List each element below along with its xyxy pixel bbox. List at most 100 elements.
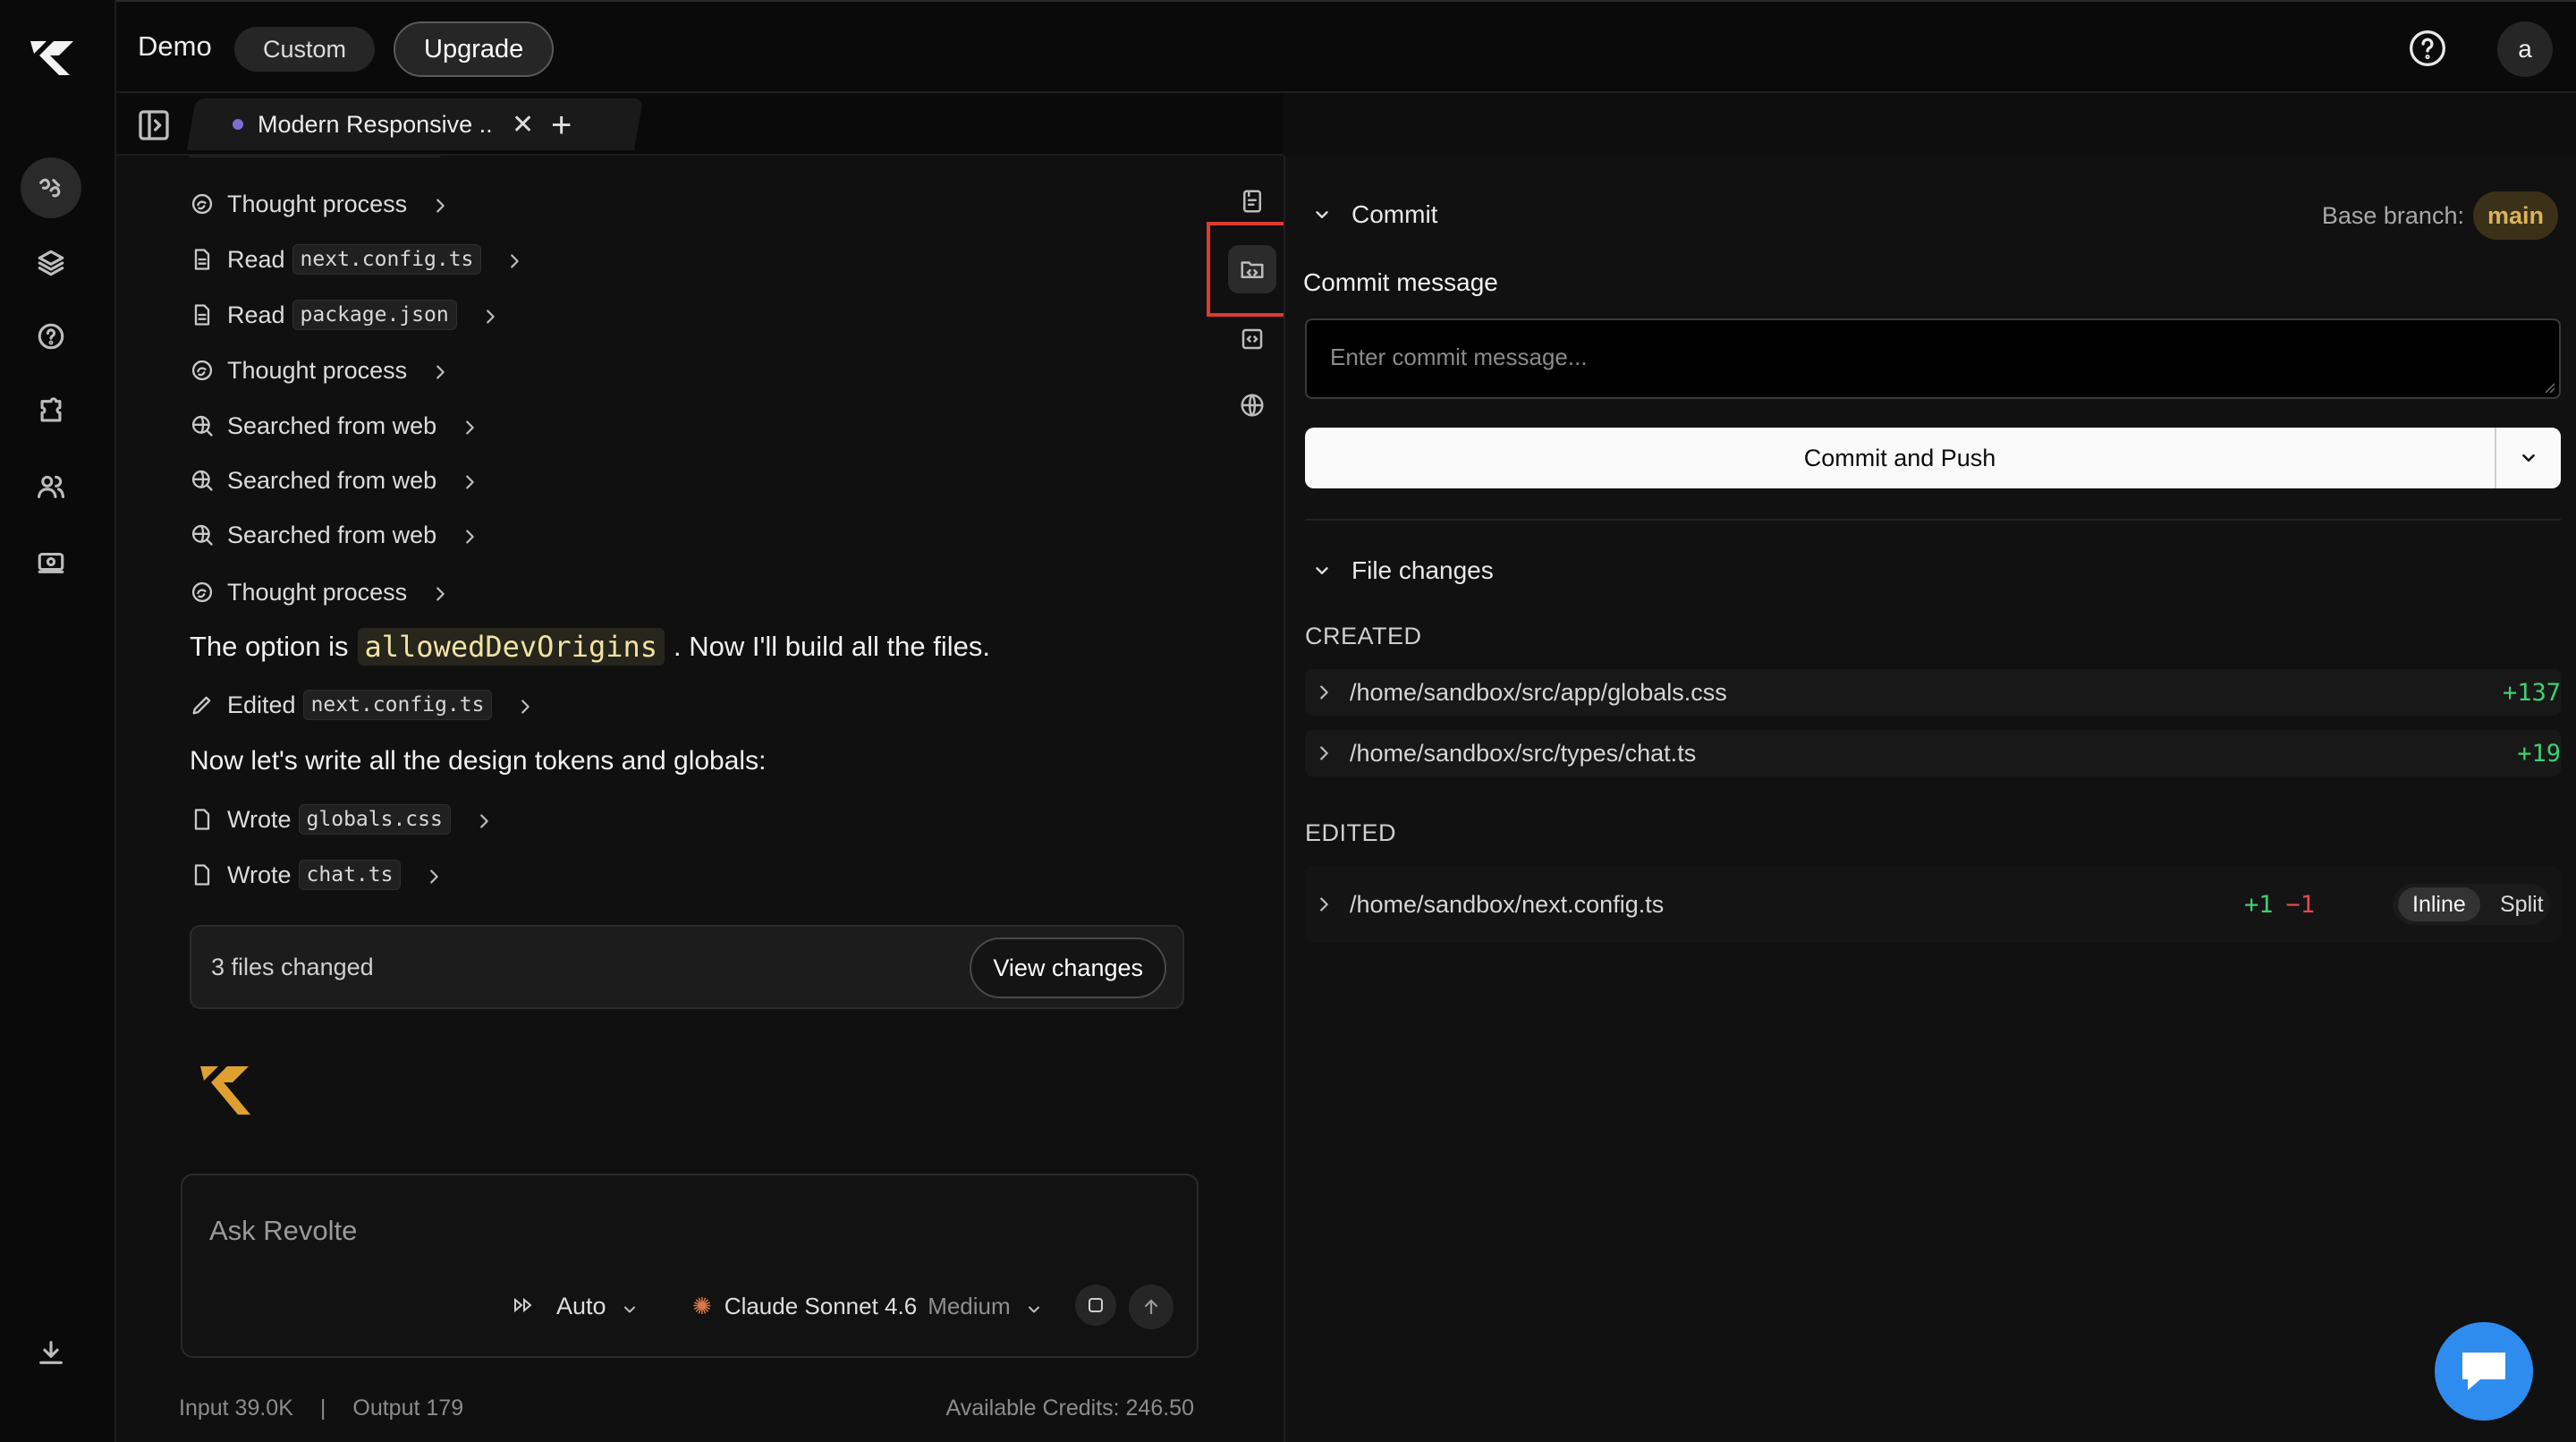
step-web-search[interactable]: Searched from web [190, 517, 479, 553]
chevron-right-icon [430, 194, 450, 214]
step-web-search[interactable]: Searched from web [190, 462, 479, 498]
model-selector[interactable]: ✺ Claude Sonnet 4.6 Medium [692, 1288, 1043, 1324]
file-additions: +1 [2244, 891, 2274, 919]
chevron-right-icon [1314, 743, 1334, 763]
scroll-divider [190, 156, 440, 157]
support-chat-button[interactable] [2435, 1322, 2533, 1421]
file-row[interactable]: /home/sandbox/src/types/chat.ts +19 [1305, 730, 2561, 776]
file-row[interactable]: /home/sandbox/src/app/globals.css +137 [1305, 669, 2561, 716]
tab-strip: Modern Responsive ... ✕ + [116, 93, 1284, 156]
plan-badge[interactable]: Custom [234, 27, 376, 72]
step-label: Thought process [227, 356, 408, 384]
assistant-message: The option is allowedDevOrigins . Now I'… [190, 628, 990, 666]
tab-active[interactable]: Modern Responsive ... ✕ [206, 98, 534, 150]
commit-push-button[interactable]: Commit and Push [1305, 428, 2495, 488]
section-divider [1305, 519, 2561, 521]
file-icon [190, 807, 215, 832]
prompt-input[interactable]: Ask Revolte [209, 1215, 357, 1247]
file-row[interactable]: /home/sandbox/next.config.ts +1 −1 Inline… [1305, 866, 2561, 943]
step-web-search[interactable]: Searched from web [190, 408, 479, 444]
globe-icon[interactable] [1228, 381, 1276, 429]
commit-message-input[interactable]: Enter commit message... [1305, 318, 2561, 399]
chat-icon[interactable] [21, 157, 81, 218]
step-wrote[interactable]: Wrote globals.css [190, 802, 494, 837]
puzzle-icon[interactable] [21, 381, 81, 442]
file-chip: chat.ts [298, 860, 402, 890]
help-circle-icon[interactable] [21, 306, 81, 367]
upgrade-button[interactable]: Upgrade [394, 21, 555, 77]
file-deletions: −1 [2285, 891, 2316, 919]
step-thought[interactable]: Thought process [190, 186, 450, 222]
chevron-right-icon [480, 305, 500, 325]
chat-panel: Thought process Read next.config.ts Read… [116, 156, 1221, 1442]
view-inline-button[interactable]: Inline [2398, 887, 2480, 921]
step-label: Edited [227, 691, 296, 718]
file-path: /home/sandbox/src/types/chat.ts [1350, 740, 1697, 767]
step-label: Thought process [227, 578, 408, 606]
file-diff-stats: +1 −1 [2244, 891, 2315, 919]
step-read[interactable]: Read package.json [190, 297, 500, 333]
step-label: Wrote [227, 861, 292, 888]
help-icon[interactable] [2408, 29, 2447, 68]
sidebar-toggle-icon[interactable] [136, 107, 172, 143]
brand-mark-icon [199, 1065, 270, 1118]
step-thought[interactable]: Thought process [190, 574, 450, 610]
billing-icon[interactable] [21, 531, 81, 592]
commit-message-label: Commit message [1303, 268, 1498, 296]
file-chip: package.json [292, 300, 457, 330]
edited-label: EDITED [1305, 819, 1397, 846]
thought-icon [190, 580, 215, 605]
web-search-icon [190, 413, 215, 438]
file-text-icon[interactable] [1228, 177, 1276, 225]
web-search-icon [190, 468, 215, 493]
prompt-input-box[interactable]: Ask Revolte Auto ✺ Claude Sonnet 4.6 Med… [181, 1174, 1199, 1358]
file-additions: +19 [2517, 740, 2561, 768]
thought-icon [190, 191, 215, 216]
step-edited[interactable]: Edited next.config.ts [190, 687, 535, 723]
avatar[interactable]: a [2497, 21, 2553, 77]
code-icon[interactable] [1228, 315, 1276, 363]
users-icon[interactable] [21, 456, 81, 517]
view-changes-button[interactable]: View changes [970, 937, 1166, 998]
step-wrote[interactable]: Wrote chat.ts [190, 857, 444, 893]
stop-icon [1089, 1298, 1103, 1312]
view-split-button[interactable]: Split [2493, 887, 2551, 921]
layers-icon[interactable] [21, 233, 81, 293]
commit-section-toggle[interactable]: Commit [1312, 200, 1437, 229]
claude-icon: ✺ [692, 1292, 712, 1319]
chevron-right-icon [424, 865, 444, 885]
chevron-down-icon [1316, 567, 1328, 574]
file-changes-title: File changes [1352, 556, 1494, 584]
commit-message-placeholder: Enter commit message... [1330, 344, 1588, 370]
file-chip: next.config.ts [292, 244, 482, 275]
chevron-right-icon [515, 695, 535, 715]
pencil-icon [190, 692, 215, 717]
step-thought[interactable]: Thought process [190, 352, 450, 388]
mode-selector[interactable]: Auto [513, 1288, 639, 1324]
brand-logo[interactable] [27, 38, 88, 79]
resize-handle-icon[interactable] [2543, 381, 2555, 394]
file-changes-toggle[interactable]: File changes [1312, 556, 1494, 585]
stop-button[interactable] [1075, 1285, 1116, 1326]
commit-panel: Commit Base branch: main Commit message … [1284, 156, 2576, 1442]
thought-icon [190, 358, 215, 383]
commit-options-button[interactable] [2496, 428, 2561, 488]
step-read[interactable]: Read next.config.ts [190, 242, 524, 277]
file-chip: next.config.ts [302, 690, 493, 720]
step-label: Thought process [227, 190, 408, 217]
close-icon[interactable]: ✕ [512, 109, 534, 140]
chevron-right-icon [504, 250, 524, 269]
tab-title: Modern Responsive ... [258, 110, 492, 138]
download-icon[interactable] [21, 1322, 81, 1383]
available-credits: Available Credits: 246.50 [945, 1395, 1195, 1421]
add-tab-icon[interactable]: + [551, 106, 572, 146]
branch-badge[interactable]: main [2472, 191, 2558, 240]
step-label: Wrote [227, 805, 292, 833]
file-icon [190, 302, 215, 327]
top-bar: Demo Custom Upgrade a [116, 0, 2576, 93]
created-label: CREATED [1305, 623, 1422, 649]
file-path: /home/sandbox/next.config.ts [1350, 891, 1665, 918]
send-button[interactable] [1129, 1285, 1174, 1329]
fast-forward-icon [513, 1293, 537, 1320]
step-label: Read [227, 301, 285, 328]
